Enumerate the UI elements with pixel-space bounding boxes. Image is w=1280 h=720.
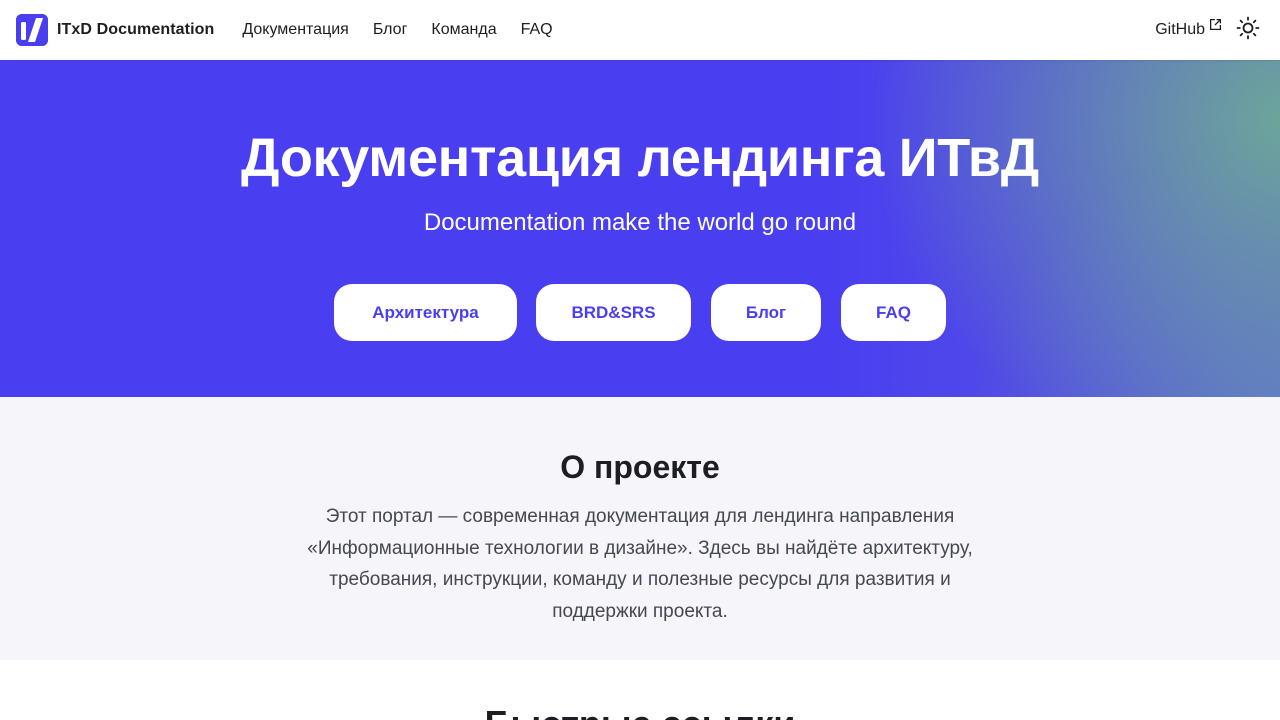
about-section: О проекте Этот портал — современная доку…	[0, 397, 1280, 660]
quick-links-title: Быстрые ссылки	[0, 702, 1280, 720]
nav-link-blog[interactable]: Блог	[361, 17, 420, 43]
itxd-logo-icon	[16, 14, 48, 46]
nav-link-team[interactable]: Команда	[419, 17, 508, 43]
blog-button[interactable]: Блог	[711, 284, 821, 341]
brand-link[interactable]: ITxD Documentation	[16, 14, 214, 46]
nav-link-faq[interactable]: FAQ	[509, 17, 565, 43]
github-label: GitHub	[1155, 21, 1205, 38]
faq-button[interactable]: FAQ	[841, 284, 946, 341]
sun-icon	[1236, 16, 1260, 45]
brd-srs-button[interactable]: BRD&SRS	[536, 284, 691, 341]
hero-title: Документация лендинга ИТвД	[241, 128, 1039, 188]
github-link[interactable]: GitHub	[1143, 17, 1232, 43]
hero-banner: Документация лендинга ИТвД Documentation…	[0, 60, 1280, 397]
about-title: О проекте	[560, 449, 720, 485]
quick-links-section: Быстрые ссылки	[0, 660, 1280, 720]
architecture-button[interactable]: Архитектура	[334, 284, 517, 341]
hero-subtitle: Documentation make the world go round	[423, 209, 857, 236]
about-text: Этот портал — современная документация д…	[307, 506, 973, 622]
theme-toggle-button[interactable]	[1232, 14, 1264, 46]
brand-title: ITxD Documentation	[57, 21, 215, 38]
hero-buttons: Архитектура BRD&SRS Блог FAQ	[0, 284, 1280, 341]
navbar-right: GitHub	[1143, 14, 1264, 46]
navbar: ITxD Documentation Документация Блог Ком…	[0, 0, 1280, 60]
external-link-icon	[1209, 18, 1222, 36]
nav-link-docs[interactable]: Документация	[230, 17, 360, 43]
